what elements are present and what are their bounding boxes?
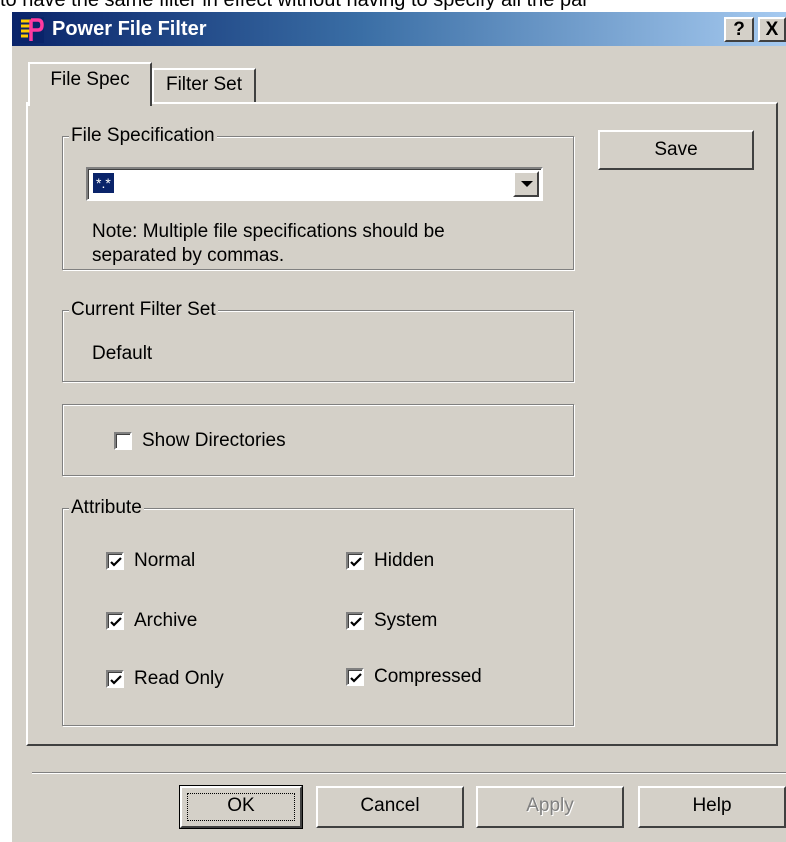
combo-dropdown-button[interactable] bbox=[513, 171, 539, 197]
checkmark-icon bbox=[110, 617, 122, 627]
hidden-checkbox[interactable] bbox=[346, 552, 364, 570]
archive-checkbox[interactable] bbox=[106, 612, 124, 630]
system-label[interactable]: System bbox=[374, 609, 437, 633]
file-spec-note-line1: Note: Multiple file specifications shoul… bbox=[92, 221, 445, 242]
save-button[interactable]: Save bbox=[598, 130, 754, 170]
normal-checkbox[interactable] bbox=[106, 552, 124, 570]
file-spec-note-line2: separated by commas. bbox=[92, 245, 285, 266]
file-spec-value: *.* bbox=[93, 173, 114, 193]
help-footer-button[interactable]: Help bbox=[638, 786, 786, 828]
apply-button: Apply bbox=[476, 786, 624, 828]
checkmark-icon bbox=[350, 673, 362, 683]
background-document-text: to have the same filter in effect withou… bbox=[0, 0, 786, 10]
cancel-button[interactable]: Cancel bbox=[316, 786, 464, 828]
system-checkbox[interactable] bbox=[346, 612, 364, 630]
chevron-down-icon bbox=[521, 181, 533, 187]
show-directories-label[interactable]: Show Directories bbox=[142, 429, 286, 453]
archive-label[interactable]: Archive bbox=[134, 609, 197, 633]
checkmark-icon bbox=[110, 557, 122, 567]
focus-rect bbox=[187, 793, 295, 821]
read-only-label[interactable]: Read Only bbox=[134, 667, 224, 691]
compressed-checkbox[interactable] bbox=[346, 668, 364, 686]
tab-filter-set[interactable]: Filter Set bbox=[152, 68, 256, 102]
show-directories-group bbox=[62, 404, 574, 476]
attribute-label: Attribute bbox=[69, 496, 144, 520]
hidden-label[interactable]: Hidden bbox=[374, 549, 434, 573]
close-button[interactable]: X bbox=[758, 17, 786, 42]
checkmark-icon bbox=[350, 557, 362, 567]
power-file-filter-dialog: Power File Filter ? X File Spec Filter S… bbox=[10, 10, 786, 842]
checkmark-icon bbox=[350, 617, 362, 627]
app-icon bbox=[18, 17, 44, 43]
title-bar[interactable]: Power File Filter ? X bbox=[12, 12, 786, 46]
footer-divider bbox=[32, 772, 786, 774]
read-only-checkbox[interactable] bbox=[106, 670, 124, 688]
current-filter-set-label: Current Filter Set bbox=[69, 298, 218, 322]
file-specification-label: File Specification bbox=[69, 124, 217, 148]
ok-button[interactable]: OK bbox=[179, 785, 303, 829]
file-spec-combobox[interactable]: *.* bbox=[86, 167, 543, 201]
tab-file-spec[interactable]: File Spec bbox=[28, 62, 152, 106]
show-directories-checkbox[interactable] bbox=[114, 432, 132, 450]
window-title: Power File Filter bbox=[52, 18, 207, 40]
checkmark-icon bbox=[110, 675, 122, 685]
help-button[interactable]: ? bbox=[724, 17, 754, 42]
current-filter-set-value: Default bbox=[92, 343, 153, 364]
compressed-label[interactable]: Compressed bbox=[374, 665, 482, 689]
normal-label[interactable]: Normal bbox=[134, 549, 195, 573]
